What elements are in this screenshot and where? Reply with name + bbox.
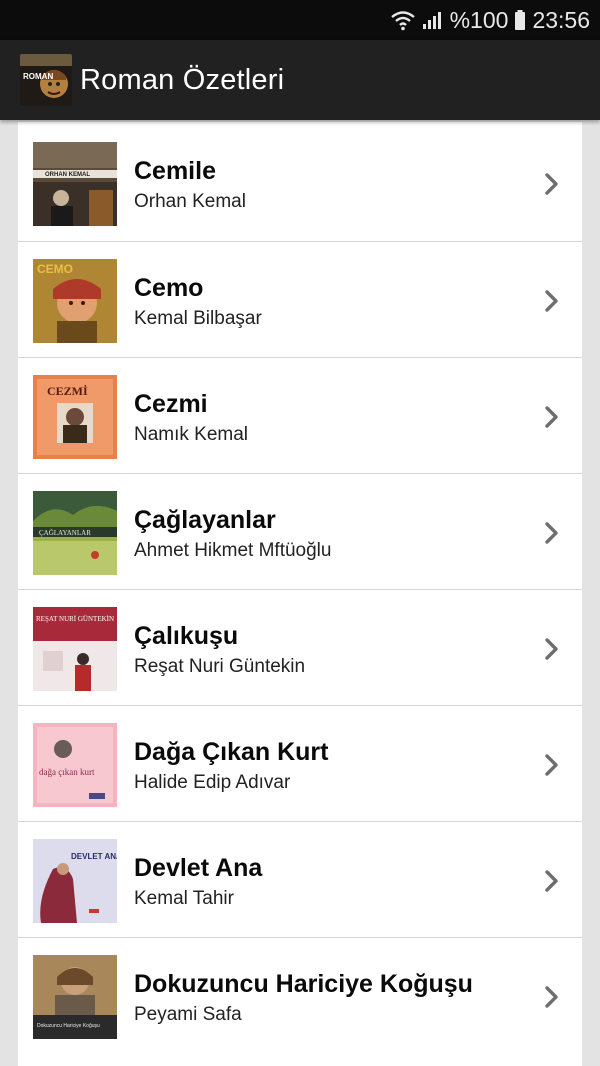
- svg-text:CEZMİ: CEZMİ: [47, 384, 88, 398]
- chevron-right-icon: [545, 638, 558, 660]
- list-item[interactable]: REŞAT NURİ GÜNTEKİN Çalıkuşu Reşat Nuri …: [18, 589, 582, 705]
- svg-text:ÇAĞLAYANLAR: ÇAĞLAYANLAR: [39, 529, 91, 537]
- book-title: Devlet Ana: [134, 854, 263, 882]
- book-cover: dağa çıkan kurt: [33, 723, 117, 807]
- svg-text:Dokuzuncu Hariciye Koğuşu: Dokuzuncu Hariciye Koğuşu: [37, 1023, 100, 1029]
- book-cover: ÇAĞLAYANLAR: [33, 491, 117, 575]
- book-author: Peyami Safa: [134, 1004, 242, 1025]
- book-title: Çalıkuşu: [134, 622, 239, 650]
- app-logo-icon[interactable]: ROMAN: [20, 54, 72, 106]
- wifi-icon: [390, 9, 416, 31]
- battery-icon: [514, 9, 526, 31]
- book-cover: ORHAN KEMAL: [33, 142, 117, 226]
- chevron-right-icon: [545, 870, 558, 892]
- battery-percent: %100: [449, 6, 509, 33]
- book-list[interactable]: ORHAN KEMAL Cemile Orhan Kemal CEMO Cemo…: [18, 122, 582, 1066]
- book-cover: DEVLET ANA: [33, 839, 117, 923]
- book-author: Halide Edip Adıvar: [134, 772, 291, 793]
- chevron-right-icon: [545, 290, 558, 312]
- book-author: Orhan Kemal: [134, 191, 246, 212]
- signal-icon: [422, 9, 444, 31]
- app-title: Roman Özetleri: [80, 63, 285, 96]
- book-title: Cezmi: [134, 390, 208, 418]
- book-title: Çağlayanlar: [134, 506, 276, 534]
- book-cover: REŞAT NURİ GÜNTEKİN: [33, 607, 117, 691]
- chevron-right-icon: [545, 522, 558, 544]
- chevron-right-icon: [545, 986, 558, 1008]
- list-item[interactable]: CEZMİ Cezmi Namık Kemal: [18, 357, 582, 473]
- book-title: Dağa Çıkan Kurt: [134, 738, 329, 766]
- list-item[interactable]: DEVLET ANA Devlet Ana Kemal Tahir: [18, 821, 582, 937]
- chevron-right-icon: [545, 406, 558, 428]
- book-cover: CEMO: [33, 259, 117, 343]
- svg-text:CEMO: CEMO: [37, 262, 73, 276]
- svg-text:ORHAN KEMAL: ORHAN KEMAL: [45, 172, 90, 178]
- list-item[interactable]: ÇAĞLAYANLAR Çağlayanlar Ahmet Hikmet Mft…: [18, 473, 582, 589]
- book-author: Kemal Bilbaşar: [134, 308, 262, 329]
- book-title: Dokuzuncu Hariciye Koğuşu: [134, 970, 473, 998]
- book-cover: CEZMİ: [33, 375, 117, 459]
- svg-text:DEVLET ANA: DEVLET ANA: [71, 852, 117, 861]
- app-bar: ROMAN Roman Özetleri: [0, 40, 600, 120]
- book-author: Namık Kemal: [134, 424, 249, 445]
- svg-text:REŞAT NURİ GÜNTEKİN: REŞAT NURİ GÜNTEKİN: [36, 615, 114, 623]
- svg-text:dağa çıkan kurt: dağa çıkan kurt: [39, 767, 95, 777]
- list-item[interactable]: Dokuzuncu Hariciye Koğuşu Dokuzuncu Hari…: [18, 937, 582, 1053]
- chevron-right-icon: [545, 754, 558, 776]
- book-title: Cemile: [134, 157, 216, 185]
- book-cover: Dokuzuncu Hariciye Koğuşu: [33, 955, 117, 1039]
- chevron-right-icon: [545, 173, 558, 195]
- svg-text:ROMAN: ROMAN: [23, 72, 53, 81]
- list-item[interactable]: dağa çıkan kurt Dağa Çıkan Kurt Halide E…: [18, 705, 582, 821]
- list-item[interactable]: CEMO Cemo Kemal Bilbaşar: [18, 241, 582, 357]
- book-author: Reşat Nuri Güntekin: [134, 656, 306, 677]
- book-title: Cemo: [134, 274, 204, 302]
- book-author: Kemal Tahir: [134, 888, 234, 909]
- book-author: Ahmet Hikmet Mftüoğlu: [134, 540, 332, 561]
- list-item[interactable]: ORHAN KEMAL Cemile Orhan Kemal: [18, 125, 582, 241]
- clock: 23:56: [532, 6, 590, 33]
- status-bar: %100 23:56: [0, 0, 600, 40]
